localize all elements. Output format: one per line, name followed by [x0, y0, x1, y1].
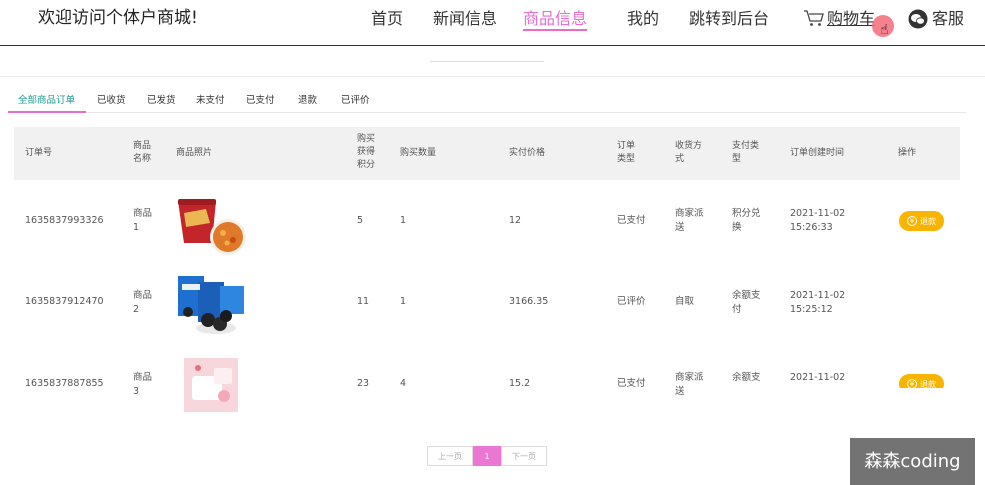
refund-button[interactable]: ¥ 退款: [899, 211, 944, 231]
col-pay-type: 支付类型: [732, 141, 760, 164]
order-type: 已支付: [617, 378, 646, 389]
order-type: 已评价: [617, 296, 646, 307]
order-type: 已支付: [617, 215, 646, 226]
tab-refund[interactable]: 退款: [298, 92, 317, 106]
order-tabs: 全部商品订单 已收货 已发货 未支付 已支付 退款 已评价: [8, 88, 966, 113]
cart-label: 购物车: [827, 9, 876, 28]
pay-type: 积分兑换: [732, 208, 761, 233]
page-1-button[interactable]: 1: [473, 446, 501, 466]
nav-item-products[interactable]: 商品信息: [523, 5, 588, 31]
order-no: 1635837912470: [25, 296, 104, 307]
tab-shipped[interactable]: 已发货: [147, 92, 176, 106]
tab-reviewed[interactable]: 已评价: [341, 92, 370, 106]
price: 12: [509, 215, 522, 226]
col-delivery: 收货方式: [675, 141, 703, 164]
hand-cursor-icon: ☝: [880, 22, 889, 38]
tab-all-orders[interactable]: 全部商品订单: [18, 92, 75, 106]
watermark: 森森coding: [850, 438, 975, 485]
col-price: 实付价格: [509, 148, 546, 158]
active-tab-indicator: [8, 111, 86, 113]
points: 23: [357, 378, 370, 389]
pay-type: 余额支付: [732, 290, 761, 315]
product-photo-pink: [184, 358, 238, 412]
product-name: 商品3: [133, 372, 153, 397]
divider: [430, 61, 544, 62]
col-created-time: 订单创建时间: [790, 148, 845, 158]
tab-unpaid[interactable]: 未支付: [196, 92, 225, 106]
table-header: 订单号 商品名称 商品照片 购买获得积分 购买数量 实付价格 订单类型 收货方式…: [14, 127, 960, 180]
refund-label: 退款: [920, 216, 936, 226]
nav-item-mine[interactable]: 我的: [627, 5, 659, 29]
product-name: 商品1: [133, 208, 153, 233]
service-label: 客服: [932, 9, 965, 28]
product-name: 商品2: [133, 290, 153, 315]
table-row: 1635837993326 商品1 5 1 12 已支付 商家派送 积分兑换 2…: [14, 180, 960, 262]
coin-icon: ¥: [907, 216, 917, 226]
tab-paid[interactable]: 已支付: [246, 92, 275, 106]
price: 3166.35: [509, 296, 549, 307]
top-header: 欢迎访问个体户商城! 首页 新闻信息 商品信息 我的 跳转到后台 购物车 客服 …: [0, 0, 985, 46]
col-order-no: 订单号: [25, 148, 53, 158]
delivery-method: 商家派送: [675, 208, 704, 233]
col-order-type: 订单类型: [617, 141, 636, 164]
delivery-method: 自取: [675, 296, 695, 307]
site-title: 欢迎访问个体户商城!: [38, 8, 198, 28]
product-photo-cookies: [178, 276, 244, 334]
quantity: 4: [400, 378, 407, 389]
fade-overlay: [698, 388, 985, 428]
order-no: 1635837887855: [25, 378, 104, 389]
nav-item-cart[interactable]: 购物车: [803, 5, 875, 29]
nav-item-service[interactable]: 客服: [908, 5, 964, 29]
price: 15.2: [509, 378, 531, 389]
col-action: 操作: [898, 148, 917, 158]
tab-received[interactable]: 已收货: [97, 92, 126, 106]
prev-page-button[interactable]: 上一页: [427, 446, 473, 466]
col-qty: 购买数量: [400, 148, 437, 158]
wechat-icon: [908, 9, 928, 29]
created-time: 2021-11-02 15:26:33: [790, 208, 846, 233]
quantity: 1: [400, 215, 407, 226]
col-photo: 商品照片: [176, 148, 213, 158]
nav-item-admin[interactable]: 跳转到后台: [689, 5, 769, 29]
next-page-button[interactable]: 下一页: [501, 446, 547, 466]
points: 11: [357, 296, 370, 307]
nav-item-news[interactable]: 新闻信息: [433, 5, 497, 29]
created-time: 2021-11-02: [790, 372, 846, 383]
col-points: 购买获得积分: [357, 134, 376, 170]
created-time: 2021-11-02 15:25:12: [790, 290, 846, 315]
order-no: 1635837993326: [25, 215, 104, 226]
cart-icon: [804, 10, 824, 26]
pay-type: 余额支: [732, 372, 761, 383]
pagination: 上一页 1 下一页: [427, 446, 547, 466]
nav-item-home[interactable]: 首页: [371, 5, 403, 29]
col-name: 商品名称: [133, 141, 152, 164]
table-row: 1635837912470 商品2 11 1 3166.35 已评价 自取 余额…: [14, 262, 960, 344]
product-photo-noodles: [178, 199, 246, 255]
divider: [0, 76, 985, 77]
points: 5: [357, 215, 364, 226]
quantity: 1: [400, 296, 407, 307]
